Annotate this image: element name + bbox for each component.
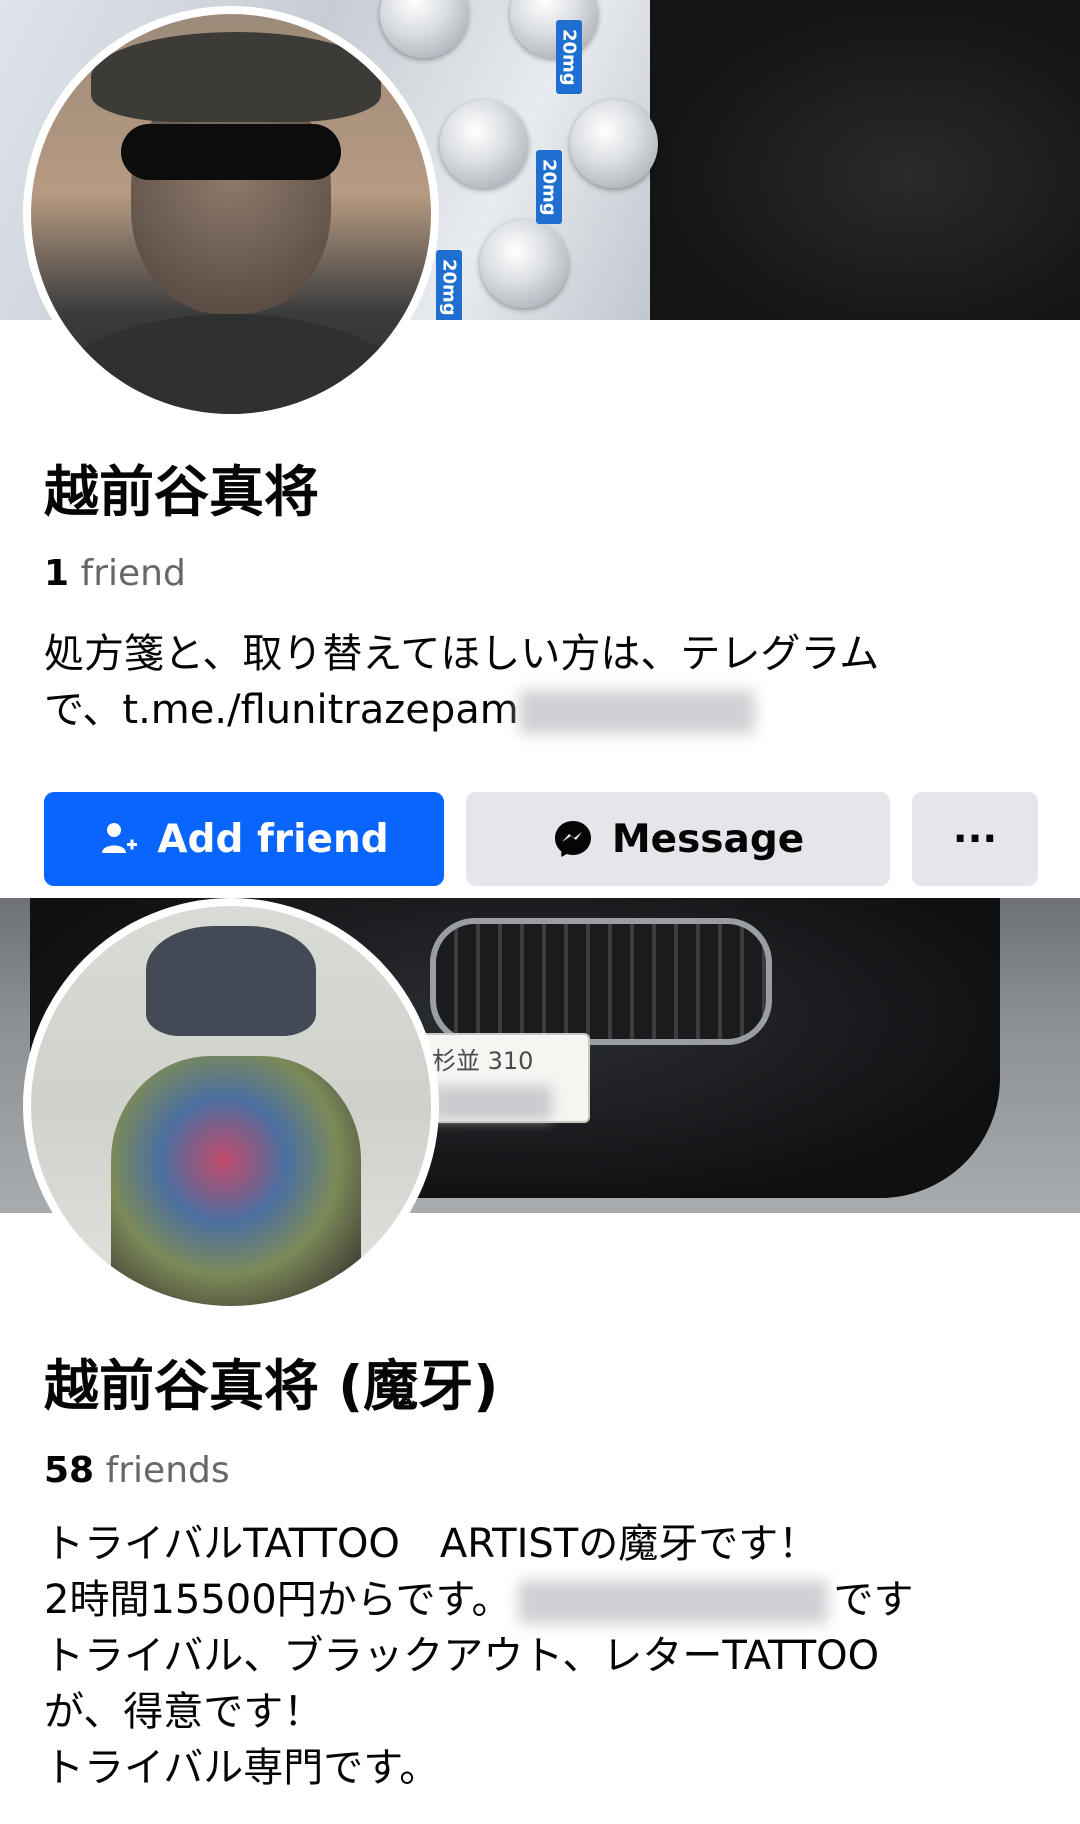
profile-avatar[interactable]	[23, 898, 439, 1314]
friends-count-label: friend	[80, 553, 186, 594]
friends-count[interactable]: 1 friend	[44, 552, 186, 596]
bio-text: です	[833, 1577, 914, 1623]
cover-strip-label: 20mg	[536, 150, 562, 224]
friends-count-number: 58	[44, 1450, 95, 1491]
cover-pill	[480, 220, 568, 308]
profile-card-2: 杉並 310 越前谷真将 (魔牙) 58 friends トライバルTATTOO…	[0, 898, 1080, 1824]
avatar-tattooed-back	[111, 1056, 361, 1306]
cover-strip-label: 20mg	[556, 20, 582, 94]
bio-line: 2時間15500円からです。 です	[44, 1572, 1044, 1628]
bio-line: で、t.me./flunitrazepam	[44, 682, 1044, 738]
redacted-phone	[518, 690, 755, 734]
avatar-photo	[31, 906, 431, 1306]
profile-bio: 処方箋と、取り替えてほしい方は、テレグラム で、t.me./flunitraze…	[44, 626, 1044, 738]
profile-bio: トライバルTATTOO ARTISTの魔牙です！ 2時間15500円からです。 で…	[44, 1516, 1044, 1796]
profile-name: 越前谷真将 (魔牙)	[44, 1354, 499, 1418]
avatar-shirt	[51, 314, 411, 414]
message-button[interactable]: Message	[466, 792, 890, 886]
plate-text: 杉並 310	[432, 1047, 534, 1075]
more-options-button[interactable]: ···	[912, 792, 1038, 886]
avatar-photo	[31, 14, 431, 414]
cover-pill	[440, 100, 528, 188]
add-friend-label: Add friend	[157, 816, 389, 862]
cover-dark-fabric	[650, 0, 1080, 320]
avatar-hat	[91, 32, 381, 122]
cover-strip-label: 20mg	[436, 250, 462, 320]
bio-text: 2時間15500円からです。	[44, 1577, 512, 1623]
more-icon: ···	[952, 816, 998, 862]
friends-count-label: friends	[105, 1450, 230, 1491]
bio-line: 処方箋と、取り替えてほしい方は、テレグラム	[44, 631, 880, 677]
friends-count-number: 1	[44, 553, 70, 594]
messenger-icon	[552, 818, 594, 860]
add-friend-button[interactable]: Add friend	[44, 792, 444, 886]
cover-license-plate: 杉並 310	[420, 1033, 590, 1123]
profile-name: 越前谷真将	[44, 460, 320, 524]
profile-card-1: 20mg 20mg 20mg 越前谷真将 1 friend 処方箋と、取り替えて…	[0, 0, 1080, 898]
avatar-sunglasses	[121, 124, 341, 180]
bio-line: トライバル、ブラックアウト、レターTATTOO	[44, 1633, 880, 1679]
bio-line: トライバルTATTOO ARTISTの魔牙です！	[44, 1521, 819, 1567]
message-label: Message	[611, 816, 805, 862]
plate-redacted-number	[432, 1086, 552, 1120]
avatar-hat	[146, 926, 316, 1036]
friends-count[interactable]: 58 friends	[44, 1449, 230, 1493]
bio-line: が、得意です！	[44, 1689, 324, 1735]
profile-avatar[interactable]	[23, 6, 439, 422]
cover-pill	[570, 100, 658, 188]
cover-car-grille	[430, 918, 772, 1045]
bio-text: で、t.me./flunitrazepam	[44, 687, 519, 733]
add-friend-icon	[99, 819, 139, 859]
redacted-phone	[517, 1580, 828, 1624]
bio-line: トライバル専門です。	[44, 1745, 440, 1791]
